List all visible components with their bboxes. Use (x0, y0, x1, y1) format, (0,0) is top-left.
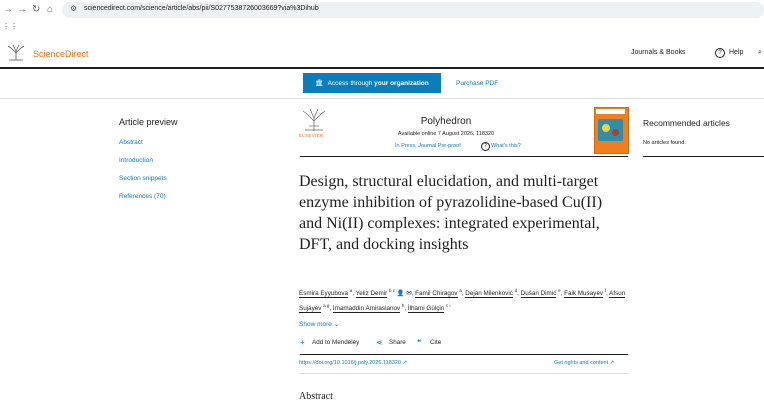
rights-text: Get rights and content (554, 360, 609, 366)
journal-name[interactable]: Polyhedron (300, 116, 592, 127)
doi-text: https://doi.org/10.1016/j.poly.2026.1183… (299, 360, 401, 366)
chevron-down-icon: ⌄ (333, 321, 340, 328)
apps-grid-icon[interactable]: ⋮⋮ (2, 22, 18, 31)
plus-icon[interactable]: + (300, 338, 305, 347)
cover-decor (602, 124, 610, 132)
elsevier-tree-logo[interactable] (5, 43, 27, 61)
author-affiliation: b c (389, 288, 396, 293)
purchase-pdf-link[interactable]: Purchase PDF (456, 80, 498, 87)
author-link[interactable]: Faik Musayev (564, 290, 603, 299)
help-icon[interactable]: ? (715, 48, 725, 58)
add-to-mendeley-button[interactable]: Add to Mendeley (312, 339, 359, 346)
doi-divider (300, 373, 628, 374)
recommended-divider (643, 156, 764, 157)
article-title: Design, structural elucidation, and mult… (299, 173, 603, 253)
rights-link[interactable]: Get rights and content ↗ (554, 360, 614, 366)
nav-link-abstract[interactable]: Abstract (119, 139, 143, 146)
access-organization-button[interactable]: 🏛 Access through your organization (303, 73, 441, 93)
access-divider (0, 98, 764, 99)
whats-this-link[interactable]: What's this? (491, 143, 521, 149)
access-prefix: Access through (327, 79, 375, 87)
author-list: Esmira Eyyubova a, Yeliz Demir b c 👤 ✉, … (299, 288, 626, 314)
question-icon[interactable]: ? (481, 142, 490, 151)
recommended-title: Recommended articles (643, 118, 730, 128)
cover-band (596, 109, 625, 114)
author-affiliation: e (558, 288, 561, 293)
author-link[interactable]: Yeliz Demir (355, 290, 388, 299)
author-affiliation: a g (323, 303, 330, 309)
help-link[interactable]: Help (729, 49, 743, 56)
cite-button[interactable]: Cite (430, 339, 441, 346)
site-info-icon[interactable]: ⚙ (70, 4, 77, 13)
nav-link-introduction[interactable]: Introduction (119, 157, 153, 164)
available-online: Available online 7 August 2026, 118320 (397, 131, 495, 137)
share-icon[interactable]: ⋖ (376, 338, 383, 347)
journals-books-link[interactable]: Journals & Books (631, 49, 685, 56)
in-press-status[interactable]: In Press, Journal Pre-proof (395, 143, 461, 149)
external-link-icon: ↗ (609, 360, 615, 366)
mail-icon[interactable]: ✉ (406, 290, 411, 297)
cover-decor (612, 129, 619, 136)
access-bold: your organization (374, 79, 429, 87)
journal-divider (300, 156, 628, 157)
author-affiliation: f (604, 288, 606, 293)
author-link[interactable]: Dušan Dimić (520, 290, 557, 299)
author-affiliation: a (459, 288, 462, 293)
share-button[interactable]: Share (389, 339, 406, 346)
author-link[interactable]: Imamaddin Amiraslanov (332, 305, 401, 314)
author-affiliation: a (349, 288, 353, 293)
quote-icon[interactable]: ❝ (417, 338, 421, 347)
actions-divider (300, 354, 628, 355)
author-link[interactable]: Dejan Milenković (465, 290, 513, 299)
no-articles-text: No articles found. (643, 140, 686, 146)
search-icon[interactable]: ⌕ (758, 49, 762, 57)
author-link[interactable]: İlhami Gülçin (407, 305, 445, 314)
doi-link[interactable]: https://doi.org/10.1016/j.poly.2026.1183… (299, 360, 407, 366)
url-text[interactable]: sciencedirect.com/science/article/abs/pi… (84, 5, 319, 12)
author-affiliation: c i (446, 303, 451, 309)
person-icon[interactable]: 👤 (397, 290, 405, 297)
show-more-label: Show more (299, 321, 332, 328)
author-affiliation: h (401, 303, 405, 309)
external-link-icon: ↗ (402, 360, 408, 366)
show-more-button[interactable]: Show more ⌄ (299, 320, 339, 328)
institution-icon: 🏛 (315, 80, 324, 87)
nav-link-references[interactable]: References (70) (119, 193, 166, 200)
abstract-heading: Abstract (299, 391, 333, 402)
forward-icon[interactable]: → (3, 3, 13, 17)
author-affiliation: d (514, 288, 518, 293)
forward-arrow-icon[interactable]: → (17, 3, 27, 17)
author-link[interactable]: Famil Chiragov (415, 290, 458, 299)
home-icon[interactable]: ⌂ (47, 3, 53, 17)
header-divider (0, 67, 764, 69)
author-link[interactable]: Esmira Eyyubova (299, 290, 348, 299)
reload-icon[interactable]: ↻ (32, 3, 40, 17)
sciencedirect-brand[interactable]: ScienceDirect (33, 49, 89, 59)
article-preview-title: Article preview (119, 117, 178, 127)
nav-link-section-snippets[interactable]: Section snippets (119, 175, 167, 182)
